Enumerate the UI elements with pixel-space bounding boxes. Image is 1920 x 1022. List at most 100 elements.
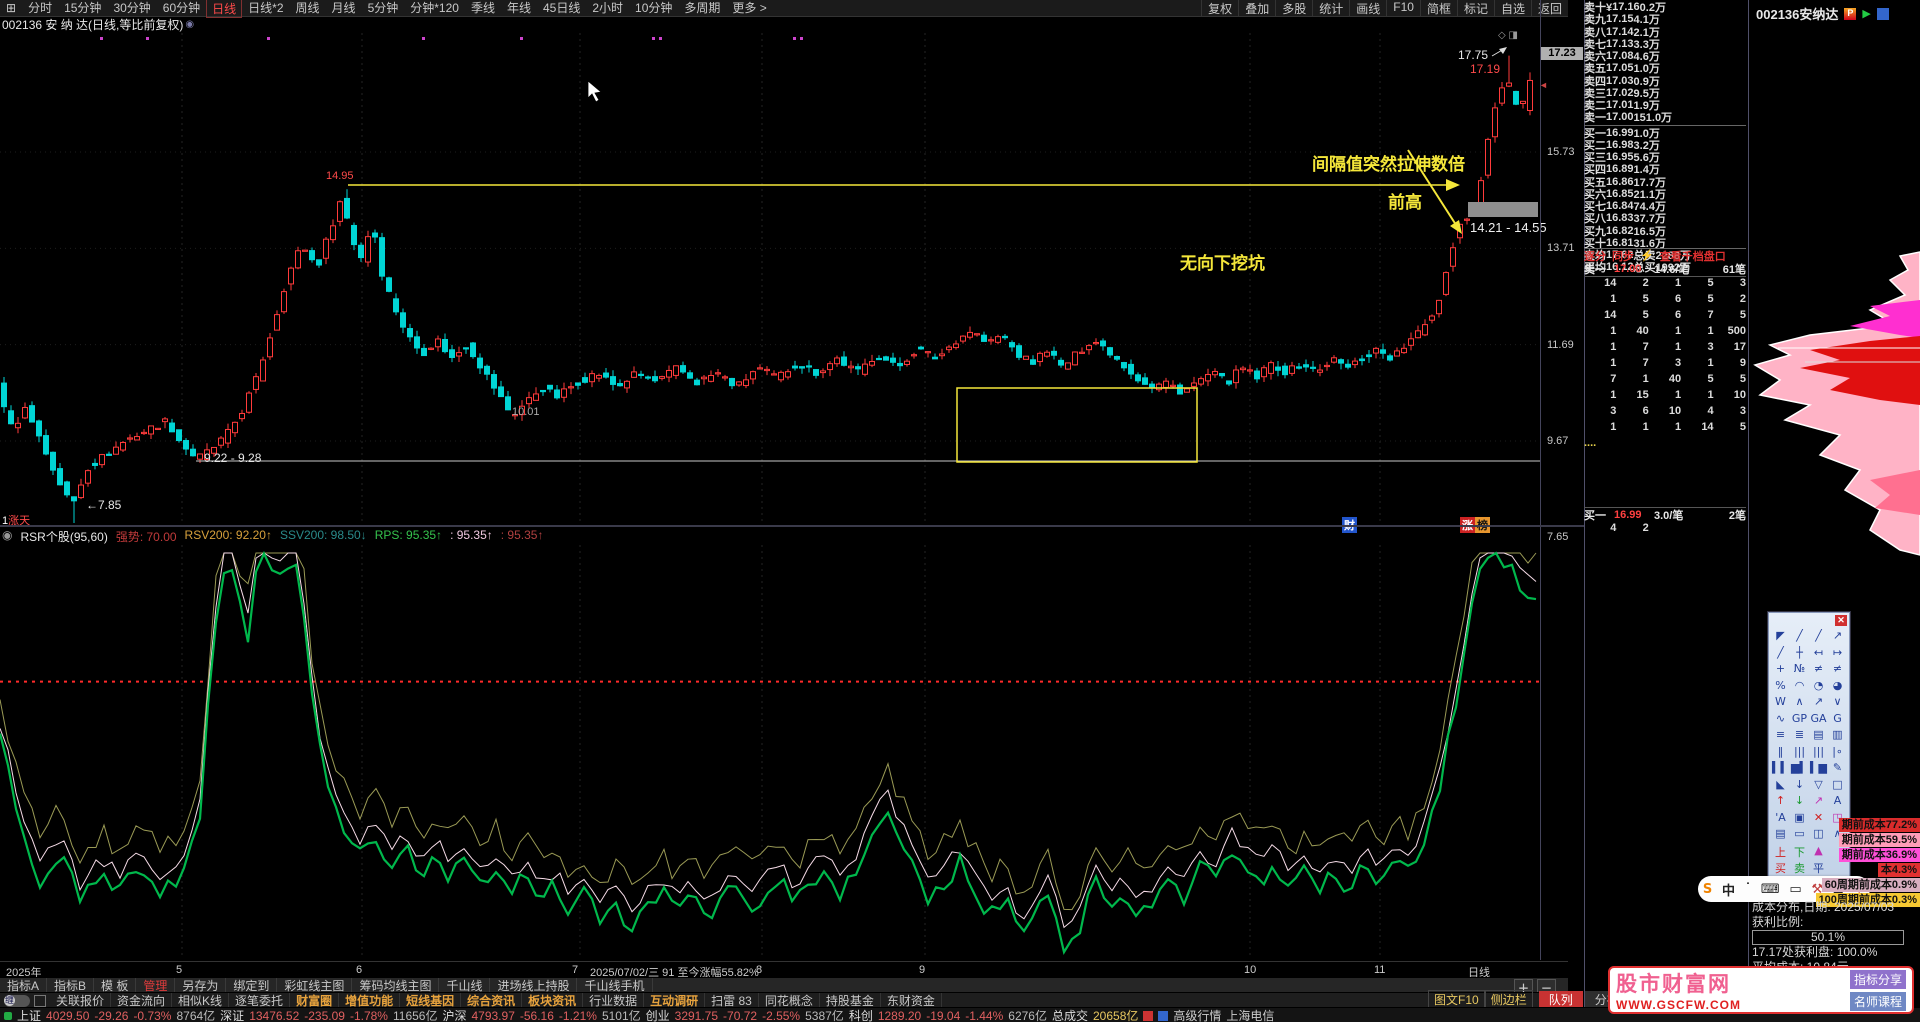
tab-模 板[interactable]: 模 板 bbox=[94, 978, 137, 993]
draw-tool-icon[interactable]: ↓ bbox=[1790, 794, 1809, 811]
status-item[interactable]: -235.09 bbox=[304, 1009, 345, 1022]
status-item[interactable]: -70.72 bbox=[723, 1009, 757, 1022]
tab-另存为[interactable]: 另存为 bbox=[175, 978, 227, 993]
draw-tool-icon[interactable]: ▲ bbox=[1809, 844, 1828, 861]
tab-短线基因[interactable]: 短线基因 bbox=[400, 993, 462, 1008]
tab-财富圈[interactable]: 财富圈 bbox=[290, 993, 340, 1008]
draw-tool-icon[interactable]: % bbox=[1771, 679, 1790, 696]
draw-tool-icon[interactable]: ▆▍ bbox=[1790, 761, 1809, 778]
pane-divider[interactable] bbox=[0, 525, 1584, 527]
status-item[interactable]: -56.16 bbox=[520, 1009, 554, 1022]
status-item[interactable]: -1.21% bbox=[559, 1009, 597, 1022]
tab-关联报价[interactable]: 关联报价 bbox=[50, 993, 112, 1008]
tab-资金流向[interactable]: 资金流向 bbox=[111, 993, 173, 1008]
tab-进场线上持股[interactable]: 进场线上持股 bbox=[490, 978, 578, 993]
order-book-row[interactable]: 卖五 17.05 1.0万 bbox=[1584, 62, 1746, 75]
tab-扫雷 83[interactable]: 扫雷 83 bbox=[705, 993, 759, 1008]
order-book-row[interactable]: 卖十¥ 17.16 0.2万 bbox=[1584, 1, 1746, 14]
draw-tool-icon[interactable]: ▍▍ bbox=[1771, 761, 1790, 778]
status-item[interactable]: -2.55% bbox=[762, 1009, 800, 1022]
draw-tool-icon[interactable]: ‖ bbox=[1771, 745, 1790, 762]
draw-tool-icon[interactable]: ↗ bbox=[1809, 695, 1828, 712]
order-book-row[interactable]: 买三 16.95 5.6万 bbox=[1584, 151, 1746, 164]
draw-tool-icon[interactable]: 上 bbox=[1771, 844, 1790, 861]
ime-icon[interactable]: ▭ bbox=[1789, 882, 1801, 897]
tab-同花概念[interactable]: 同花概念 bbox=[759, 993, 820, 1008]
ime-icon[interactable]: 中 bbox=[1722, 880, 1735, 899]
draw-tool-icon[interactable]: ↗ bbox=[1809, 794, 1828, 811]
draw-tool-icon[interactable]: ↦ bbox=[1828, 646, 1847, 663]
tab-综合资讯[interactable]: 综合资讯 bbox=[461, 993, 523, 1008]
draw-tool-icon[interactable]: ◤ bbox=[1771, 629, 1790, 646]
status-item[interactable]: -19.04 bbox=[926, 1009, 960, 1022]
status-item[interactable]: -1.44% bbox=[965, 1009, 1003, 1022]
order-book-row[interactable]: 卖七 17.13 3.3万 bbox=[1584, 38, 1746, 51]
tab-东财资金[interactable]: 东财资金 bbox=[881, 993, 942, 1008]
ime-icon[interactable]: S bbox=[1703, 882, 1712, 897]
play-icon[interactable]: ▶ bbox=[1862, 7, 1870, 20]
status-item[interactable]: 上海电信 bbox=[1226, 1007, 1274, 1022]
draw-tool-icon[interactable]: ≠ bbox=[1809, 662, 1828, 679]
draw-tool-icon[interactable]: ▤ bbox=[1809, 728, 1828, 745]
tab-指标B[interactable]: 指标B bbox=[47, 978, 95, 993]
status-item[interactable]: 高级行情 bbox=[1173, 1007, 1221, 1022]
order-book-row[interactable]: 卖八 17.14 2.1万 bbox=[1584, 26, 1746, 39]
tab-板块资讯[interactable]: 板块资讯 bbox=[522, 993, 584, 1008]
panel-icon[interactable] bbox=[34, 994, 46, 1007]
draw-tool-icon[interactable]: ╱ bbox=[1771, 646, 1790, 663]
tab-增值功能[interactable]: 增值功能 bbox=[339, 993, 401, 1008]
tab-管理[interactable]: 管理 bbox=[136, 978, 176, 993]
draw-tool-icon[interactable]: ↤ bbox=[1809, 646, 1828, 663]
chan-toggle[interactable]: 缠 bbox=[4, 994, 30, 1007]
draw-tool-icon[interactable]: + bbox=[1771, 662, 1790, 679]
draw-tool-icon[interactable]: W bbox=[1771, 695, 1790, 712]
draw-tool-icon[interactable]: ▥ bbox=[1828, 728, 1847, 745]
order-book-row[interactable]: 卖一 17.00 151.0万 bbox=[1584, 111, 1746, 124]
draw-tool-icon[interactable]: 下 bbox=[1790, 844, 1809, 861]
draw-tool-icon[interactable]: ||| bbox=[1809, 745, 1828, 762]
order-book-row[interactable]: 卖四 17.03 0.9万 bbox=[1584, 75, 1746, 88]
tab-相似K线[interactable]: 相似K线 bbox=[172, 993, 230, 1008]
indicator-chart[interactable] bbox=[0, 527, 1540, 960]
draw-tool-icon[interactable]: ≣ bbox=[1790, 728, 1809, 745]
draw-tool-icon[interactable]: ∧ bbox=[1790, 695, 1809, 712]
draw-tool-icon[interactable]: № bbox=[1790, 662, 1809, 679]
draw-tool-icon[interactable]: |∘ bbox=[1828, 745, 1847, 762]
tab-互动调研[interactable]: 互动调研 bbox=[644, 993, 706, 1008]
tab-筹码均线主图[interactable]: 筹码均线主图 bbox=[352, 978, 440, 993]
draw-tool-icon[interactable]: ↑ bbox=[1771, 794, 1790, 811]
status-item[interactable]: -29.26 bbox=[94, 1009, 128, 1022]
order-book-row[interactable]: 卖六 17.08 4.6万 bbox=[1584, 50, 1746, 63]
status-item[interactable]: -0.73% bbox=[133, 1009, 171, 1022]
draw-tool-icon[interactable]: 平 bbox=[1809, 860, 1828, 877]
tape-header[interactable]: 逐分 同步 ⚡ 查看千档盘口 bbox=[1584, 248, 1746, 264]
draw-tool-icon[interactable]: ✎ bbox=[1828, 761, 1847, 778]
draw-tool-icon[interactable] bbox=[1828, 860, 1847, 877]
draw-tool-icon[interactable]: ▤ bbox=[1771, 827, 1790, 844]
tab-逐笔委托[interactable]: 逐笔委托 bbox=[229, 993, 291, 1008]
draw-tool-icon[interactable]: ≠ bbox=[1828, 662, 1847, 679]
draw-tool-icon[interactable]: ┼ bbox=[1790, 646, 1809, 663]
tape-mode-2[interactable]: 同步 bbox=[1612, 248, 1634, 264]
draw-tool-icon[interactable]: ✕ bbox=[1809, 811, 1828, 828]
draw-tool-icon[interactable]: ↗ bbox=[1828, 629, 1847, 646]
diamond-icon[interactable]: ◇ bbox=[1498, 30, 1506, 41]
draw-tool-icon[interactable]: 'A bbox=[1771, 811, 1790, 828]
order-book-row[interactable]: 买一 16.99 1.0万 bbox=[1584, 127, 1746, 140]
ime-icon[interactable]: ˙ bbox=[1745, 882, 1752, 897]
draw-tool-icon[interactable]: GA bbox=[1809, 712, 1828, 729]
draw-tool-icon[interactable]: □ bbox=[1828, 778, 1847, 795]
drawing-toolbar[interactable]: ✕ ◤ ╱ ╱ ↗ ╱ ┼ ↤ ↦ + № ≠ ≠% ◠ ◔ ◕ W ∧ ↗ ∨ ∿ GP GA G ≡ ≣ ▤ ▥ ‖ ||| ||| |… bbox=[1768, 612, 1850, 882]
draw-tool-icon[interactable]: ◔ bbox=[1809, 679, 1828, 696]
tab-绑定到[interactable]: 绑定到 bbox=[226, 978, 278, 993]
tape-more[interactable]: .... bbox=[1584, 437, 1746, 451]
draw-tool-icon[interactable]: ◫ bbox=[1809, 827, 1828, 844]
tab-持股基金[interactable]: 持股基金 bbox=[820, 993, 881, 1008]
draw-tool-icon[interactable]: ∨ bbox=[1828, 695, 1847, 712]
chart-corner-icons[interactable]: ◇ ◨ bbox=[1498, 30, 1518, 41]
tab-队列[interactable]: 队列 bbox=[1538, 991, 1583, 1008]
draw-tool-icon[interactable]: ≡ bbox=[1771, 728, 1790, 745]
draw-tool-icon[interactable]: ╱ bbox=[1790, 629, 1809, 646]
draw-tool-icon[interactable]: G bbox=[1828, 712, 1847, 729]
draw-tool-icon[interactable]: ╱ bbox=[1809, 629, 1828, 646]
